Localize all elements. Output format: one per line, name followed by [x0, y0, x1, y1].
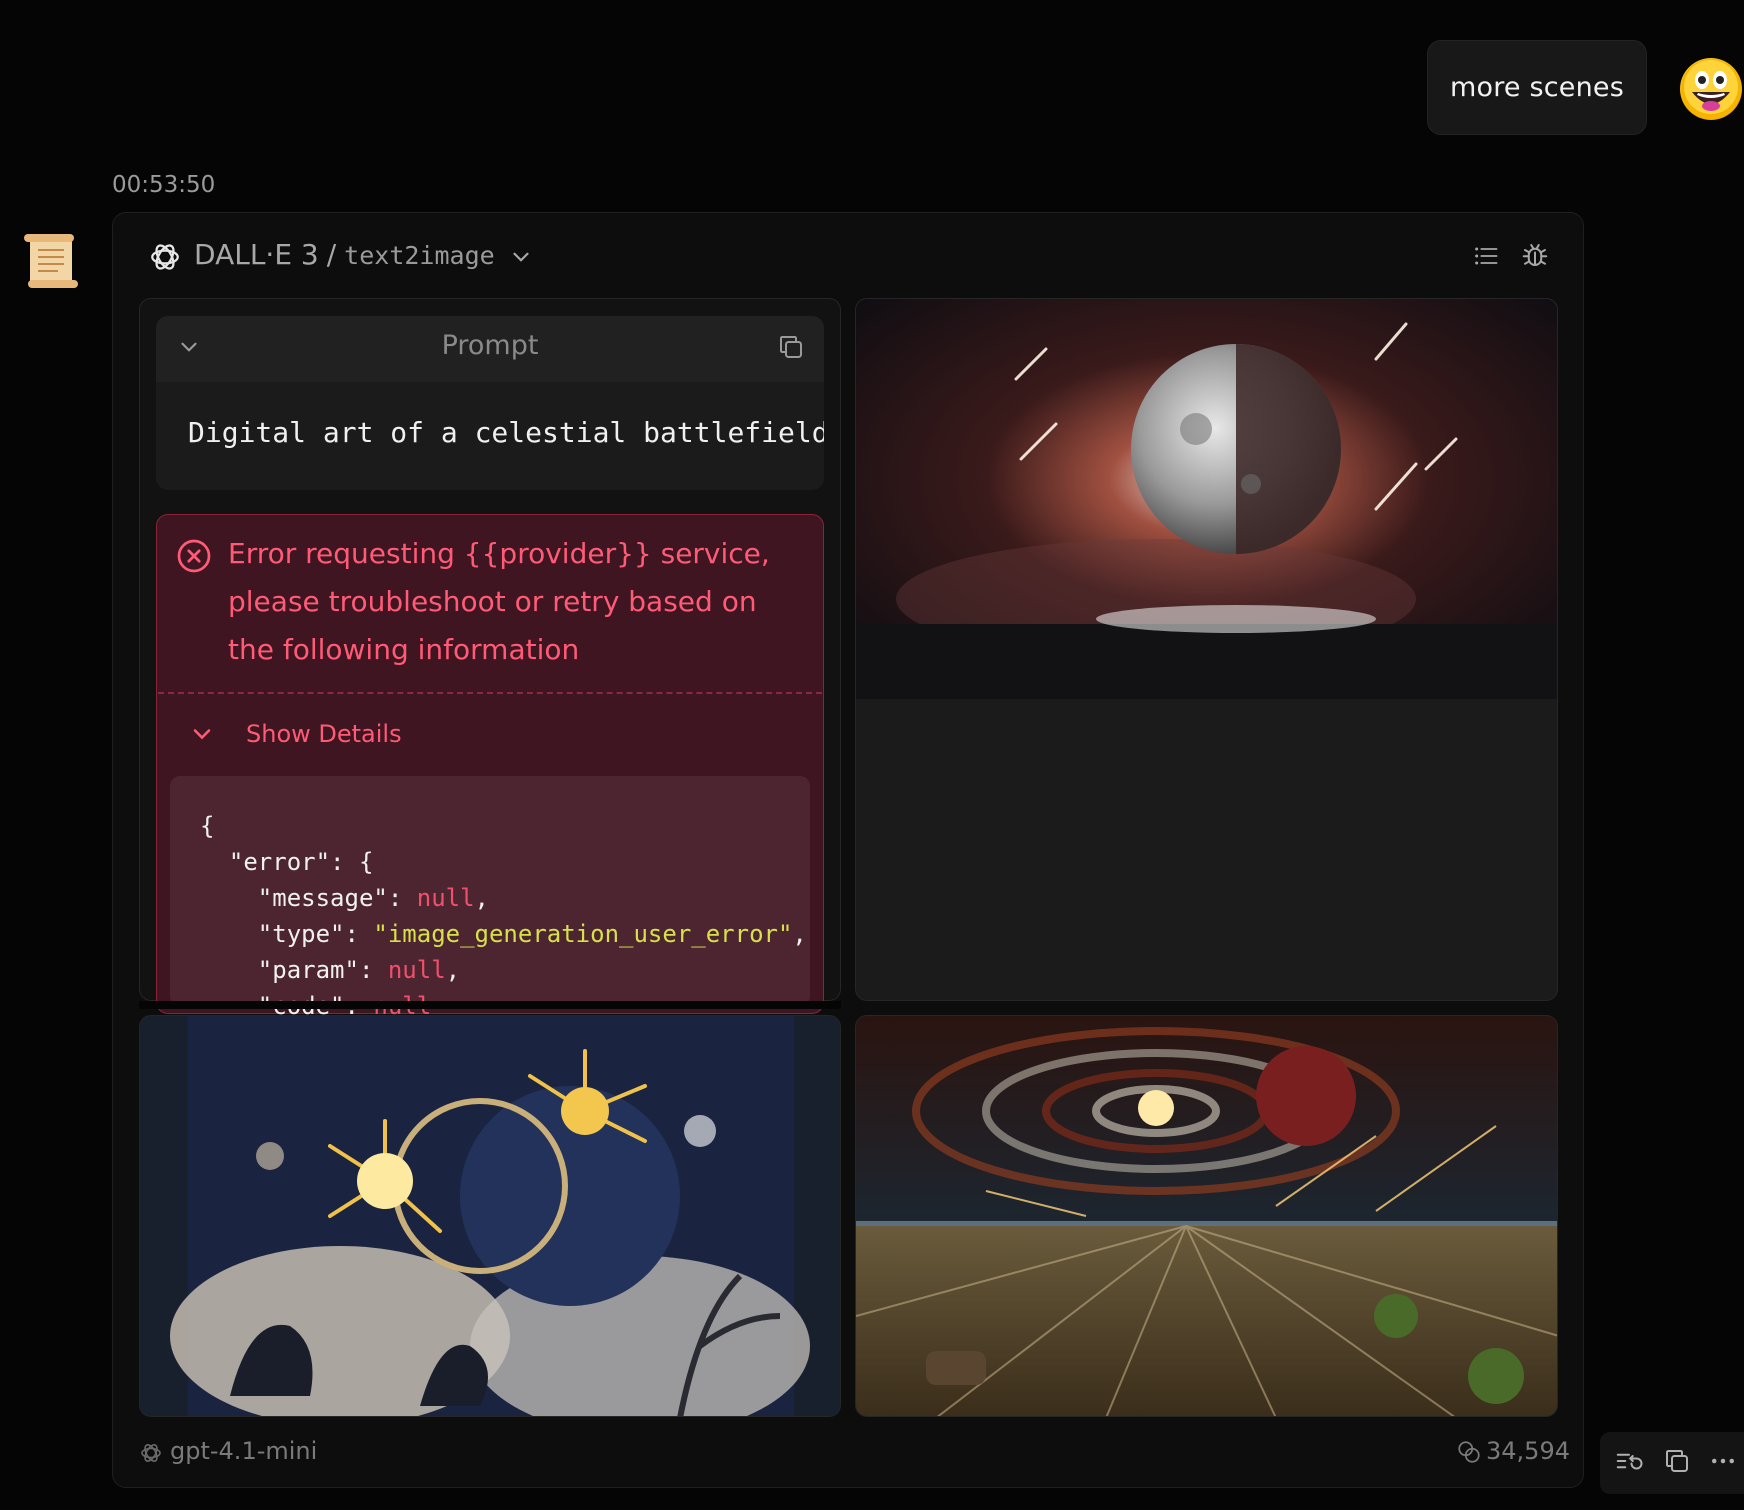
error-message: Error requesting {{provider}} service, p…: [228, 537, 770, 666]
show-details-toggle[interactable]: Show Details: [246, 720, 402, 748]
assistant-avatar[interactable]: [18, 228, 82, 292]
scroll-icon: [24, 234, 78, 288]
copy-icon[interactable]: [1662, 1446, 1692, 1476]
generated-image-cell-1[interactable]: [855, 298, 1558, 1001]
prompt-label: Prompt: [441, 330, 539, 361]
code-line: "message": null,: [200, 884, 489, 912]
code-line: "error": {: [200, 848, 374, 876]
bug-icon[interactable]: [1520, 240, 1550, 270]
list-icon[interactable]: [1472, 242, 1500, 270]
code-line: {: [200, 812, 215, 840]
model-name[interactable]: gpt-4.1-mini: [170, 1437, 317, 1465]
generated-image-sun-moon[interactable]: [140, 1016, 841, 1417]
code-line: "type": "image_generation_user_error",: [200, 920, 807, 948]
tool-name: text2image: [344, 241, 495, 270]
token-usage-icon: [1458, 1441, 1480, 1463]
grinning-face-icon: [1681, 59, 1741, 119]
tool-separator: /: [326, 238, 337, 271]
generated-image-cell-3[interactable]: [139, 1015, 841, 1417]
error-divider: [158, 692, 822, 694]
tool-provider: DALL·E 3: [194, 238, 319, 271]
openai-logo-icon: [141, 1444, 161, 1462]
token-usage-value: 34,594: [1486, 1437, 1570, 1465]
generated-image-moon[interactable]: [856, 299, 1558, 699]
more-icon[interactable]: [1708, 1446, 1738, 1476]
chevron-down-icon[interactable]: [188, 720, 216, 748]
user-message-text: more scenes: [1449, 72, 1625, 103]
generated-image-spiral-field[interactable]: [856, 1016, 1558, 1417]
user-avatar[interactable]: [1680, 58, 1742, 120]
prompt-text: Digital art of a celestial battlefield: [188, 416, 824, 449]
chevron-down-icon[interactable]: [508, 244, 534, 270]
copy-icon[interactable]: [776, 332, 806, 362]
regenerate-icon[interactable]: [1614, 1446, 1644, 1476]
message-timestamp: 00:53:50: [112, 172, 216, 198]
error-circle-x-icon: [177, 539, 211, 573]
user-message-bubble: more scenes: [1427, 40, 1647, 135]
openai-logo-icon: [151, 244, 179, 270]
code-line: "param": null,: [200, 956, 461, 984]
generated-image-cell-4[interactable]: [855, 1015, 1558, 1417]
tool-title[interactable]: DALL·E 3 / text2image: [194, 238, 495, 271]
cell-gap: [139, 1001, 841, 1009]
error-details-code: { "error": { "message": null, "type": "i…: [200, 808, 807, 1024]
